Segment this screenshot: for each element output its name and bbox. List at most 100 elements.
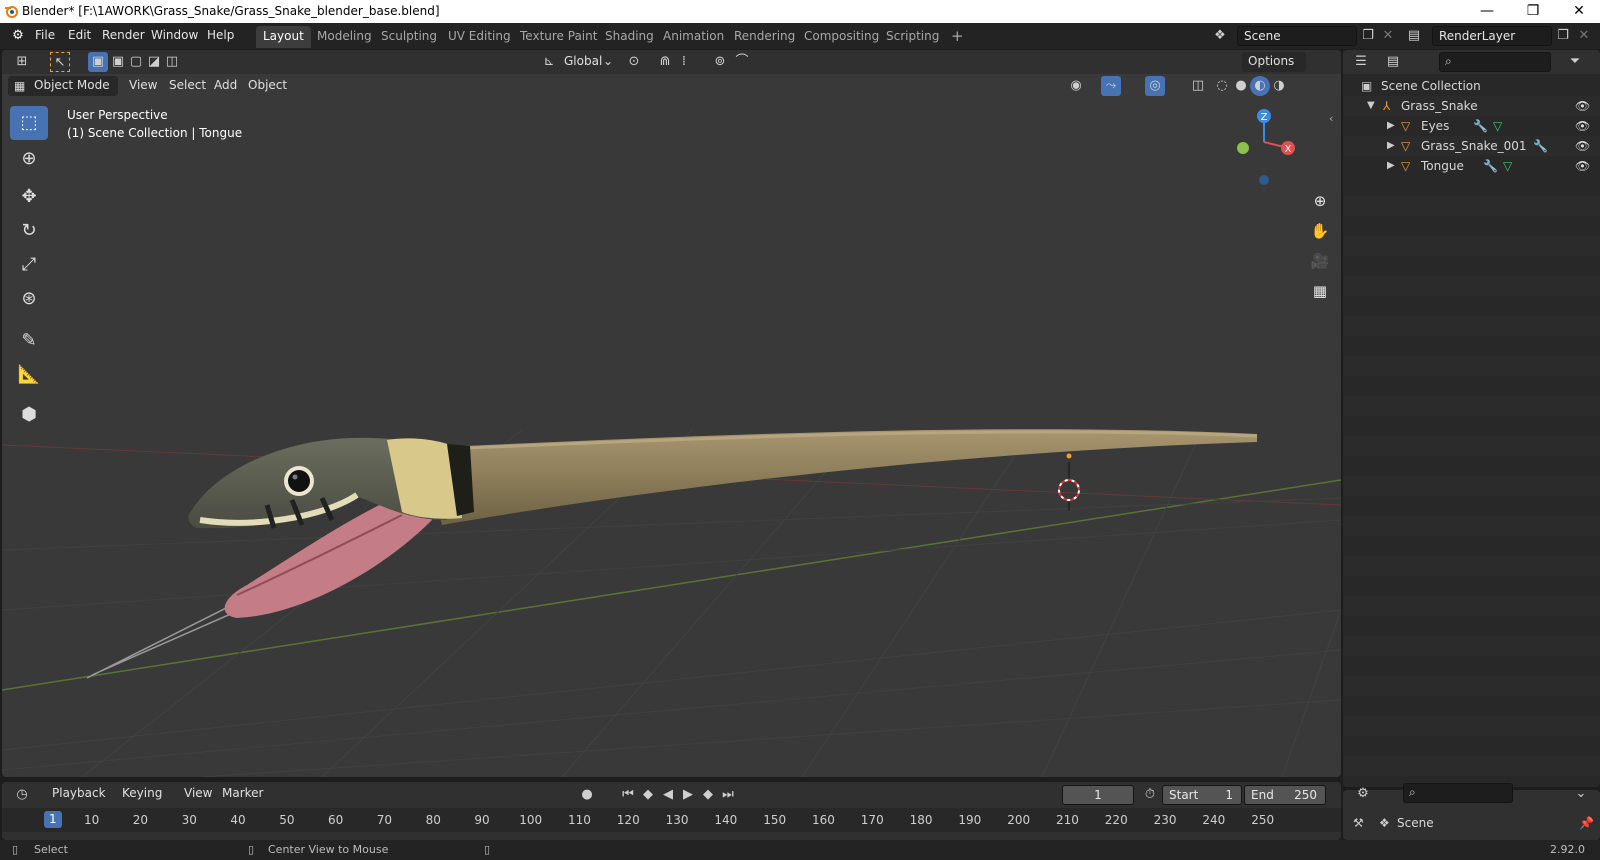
cursor-tool-icon[interactable]: ⊕ [10,142,48,176]
current-frame-field[interactable]: 1 [1062,785,1134,805]
outliner-search-input[interactable] [1439,52,1551,72]
select-box-icon[interactable]: ↖ [50,52,70,72]
snap-target-icon[interactable]: ⁞ [674,52,694,72]
shading-rendered-icon[interactable]: ◑ [1269,76,1289,96]
viewport-scene[interactable] [2,50,1341,777]
end-frame-field[interactable]: End 250 [1244,785,1326,805]
tab-texture-paint[interactable]: Texture Paint [513,26,604,48]
pin-icon[interactable]: 📌 [1579,816,1594,830]
delete-view-layer-icon[interactable]: ✕ [1574,26,1594,46]
play-icon[interactable]: ▶ [678,785,698,805]
measure-tool-icon[interactable]: 📐 [10,358,48,392]
modifier-wrench-icon[interactable]: 🔧 [1473,116,1488,136]
menu-edit[interactable]: Edit [68,28,91,42]
display-mode-icon[interactable]: ▤ [1383,52,1403,72]
mode-extend-icon[interactable]: ▣ [108,52,128,72]
menu-file[interactable]: File [35,28,55,42]
prev-keyframe-icon[interactable]: ◆ [638,785,658,805]
proportional-falloff-icon[interactable]: ⌒ [732,52,752,72]
menu-keying[interactable]: Keying [116,784,168,804]
properties-search-input[interactable] [1403,783,1513,803]
sidebar-toggle-icon[interactable]: ‹ [1329,112,1333,125]
outliner-editor-type-icon[interactable]: ☰ [1351,52,1371,72]
eye-icon[interactable]: 👁 [1575,96,1590,116]
eye-icon[interactable]: 👁 [1575,156,1590,176]
outliner-row-eyes[interactable]: ▶ ▽ Eyes 🔧 ▽ 👁 [1343,116,1600,136]
editor-type-icon[interactable]: ⊞ [12,52,32,72]
shading-material-icon[interactable]: ◐ [1250,76,1270,96]
minimize-button[interactable]: — [1464,0,1510,23]
mesh-data-icon[interactable]: ▽ [1503,156,1512,176]
menu-help[interactable]: Help [207,28,234,42]
options-dropdown[interactable]: Options [1242,52,1306,72]
stopwatch-icon[interactable]: ⏱ [1140,785,1160,805]
move-tool-icon[interactable]: ✥ [10,180,48,214]
jump-start-icon[interactable]: ⏮ [618,785,638,805]
overlay-toggle-icon[interactable]: ◎ [1145,76,1165,96]
snap-icon[interactable]: ⋒ [655,52,675,72]
mode-set-icon[interactable]: ▣ [88,52,108,72]
properties-editor-type-icon[interactable]: ⚙ [1353,784,1373,804]
pan-hand-icon[interactable]: ✋ [1307,218,1333,244]
scene-icon[interactable]: ❖ [1210,26,1230,46]
shading-solid-icon[interactable]: ● [1231,76,1251,96]
visibility-icon[interactable]: ◉ [1066,76,1086,96]
expand-arrow-icon[interactable]: ▶ [1387,156,1395,176]
maximize-button[interactable]: ❐ [1510,0,1556,23]
menu-select[interactable]: Select [163,76,212,96]
transform-tool-icon[interactable]: ⊛ [10,282,48,316]
mesh-data-icon[interactable]: ▽ [1493,116,1502,136]
mode-invert-icon[interactable]: ◪ [144,52,164,72]
tab-uv-editing[interactable]: UV Editing [441,26,518,48]
new-view-layer-icon[interactable]: ❐ [1553,26,1573,46]
pivot-point-icon[interactable]: ⊙ [624,52,644,72]
tab-modeling[interactable]: Modeling [310,26,379,48]
outliner-row-grass-snake[interactable]: ▼ ⅄ Grass_Snake 👁 [1343,96,1600,116]
eye-icon[interactable]: 👁 [1575,116,1590,136]
tab-animation[interactable]: Animation [656,26,731,48]
3d-cursor[interactable] [1058,462,1080,510]
outliner-root-row[interactable]: ▣ Scene Collection [1343,76,1600,96]
play-reverse-icon[interactable]: ◀ [658,785,678,805]
scene-field[interactable]: Scene [1237,26,1357,46]
menu-object[interactable]: Object [242,76,293,96]
tab-shading[interactable]: Shading [598,26,661,48]
jump-end-icon[interactable]: ⏭ [718,785,738,805]
ortho-grid-icon[interactable]: ▦ [1307,278,1333,304]
menu-render[interactable]: Render [102,28,145,42]
tab-sculpting[interactable]: Sculpting [374,26,444,48]
menu-view[interactable]: View [123,76,163,96]
tool-settings-icon[interactable]: ⚒ [1353,816,1364,830]
menu-window[interactable]: Window [151,28,198,42]
modifier-wrench-icon[interactable]: 🔧 [1483,156,1498,176]
tab-scripting[interactable]: Scripting [879,26,946,48]
rotate-tool-icon[interactable]: ↻ [10,214,48,248]
expand-arrow-icon[interactable]: ▶ [1387,136,1395,156]
shading-wireframe-icon[interactable]: ◌ [1212,76,1232,96]
eye-icon[interactable]: 👁 [1575,136,1590,156]
proportional-edit-icon[interactable]: ⊚ [710,52,730,72]
view-layer-icon[interactable]: ▤ [1404,26,1424,46]
new-scene-icon[interactable]: ❐ [1358,26,1378,46]
navigation-gizmo[interactable]: Z X [1232,106,1302,186]
scale-tool-icon[interactable]: ⤢ [10,248,48,282]
filter-icon[interactable]: ⏷ [1565,52,1585,72]
add-cube-tool-icon[interactable]: ⬢ [10,398,48,432]
timeline-editor-type-icon[interactable]: ◷ [12,785,32,805]
tab-rendering[interactable]: Rendering [727,26,802,48]
xray-toggle-icon[interactable]: ◫ [1188,76,1208,96]
annotate-tool-icon[interactable]: ✎ [10,324,48,358]
expand-arrow-icon[interactable]: ▶ [1387,116,1395,136]
transform-orientation-icon[interactable]: ⊾ [539,52,559,72]
menu-add[interactable]: Add [208,76,243,96]
expand-arrow-icon[interactable]: ▼ [1367,96,1375,116]
tab-layout[interactable]: Layout [256,26,311,48]
tab-compositing[interactable]: Compositing [797,26,886,48]
renderlayer-field[interactable]: RenderLayer [1432,26,1552,46]
timeline-ruler[interactable]: 1 10 20 30 40 50 60 70 80 90 100 110 120 130 140 150 160… [2,808,1341,832]
start-frame-field[interactable]: Start 1 [1162,785,1242,805]
mode-intersect-icon[interactable]: ◫ [162,52,182,72]
camera-view-icon[interactable]: 🎥 [1307,248,1333,274]
select-box-tool-icon[interactable]: ⬚ [10,106,48,140]
modifier-wrench-icon[interactable]: 🔧 [1533,136,1548,156]
